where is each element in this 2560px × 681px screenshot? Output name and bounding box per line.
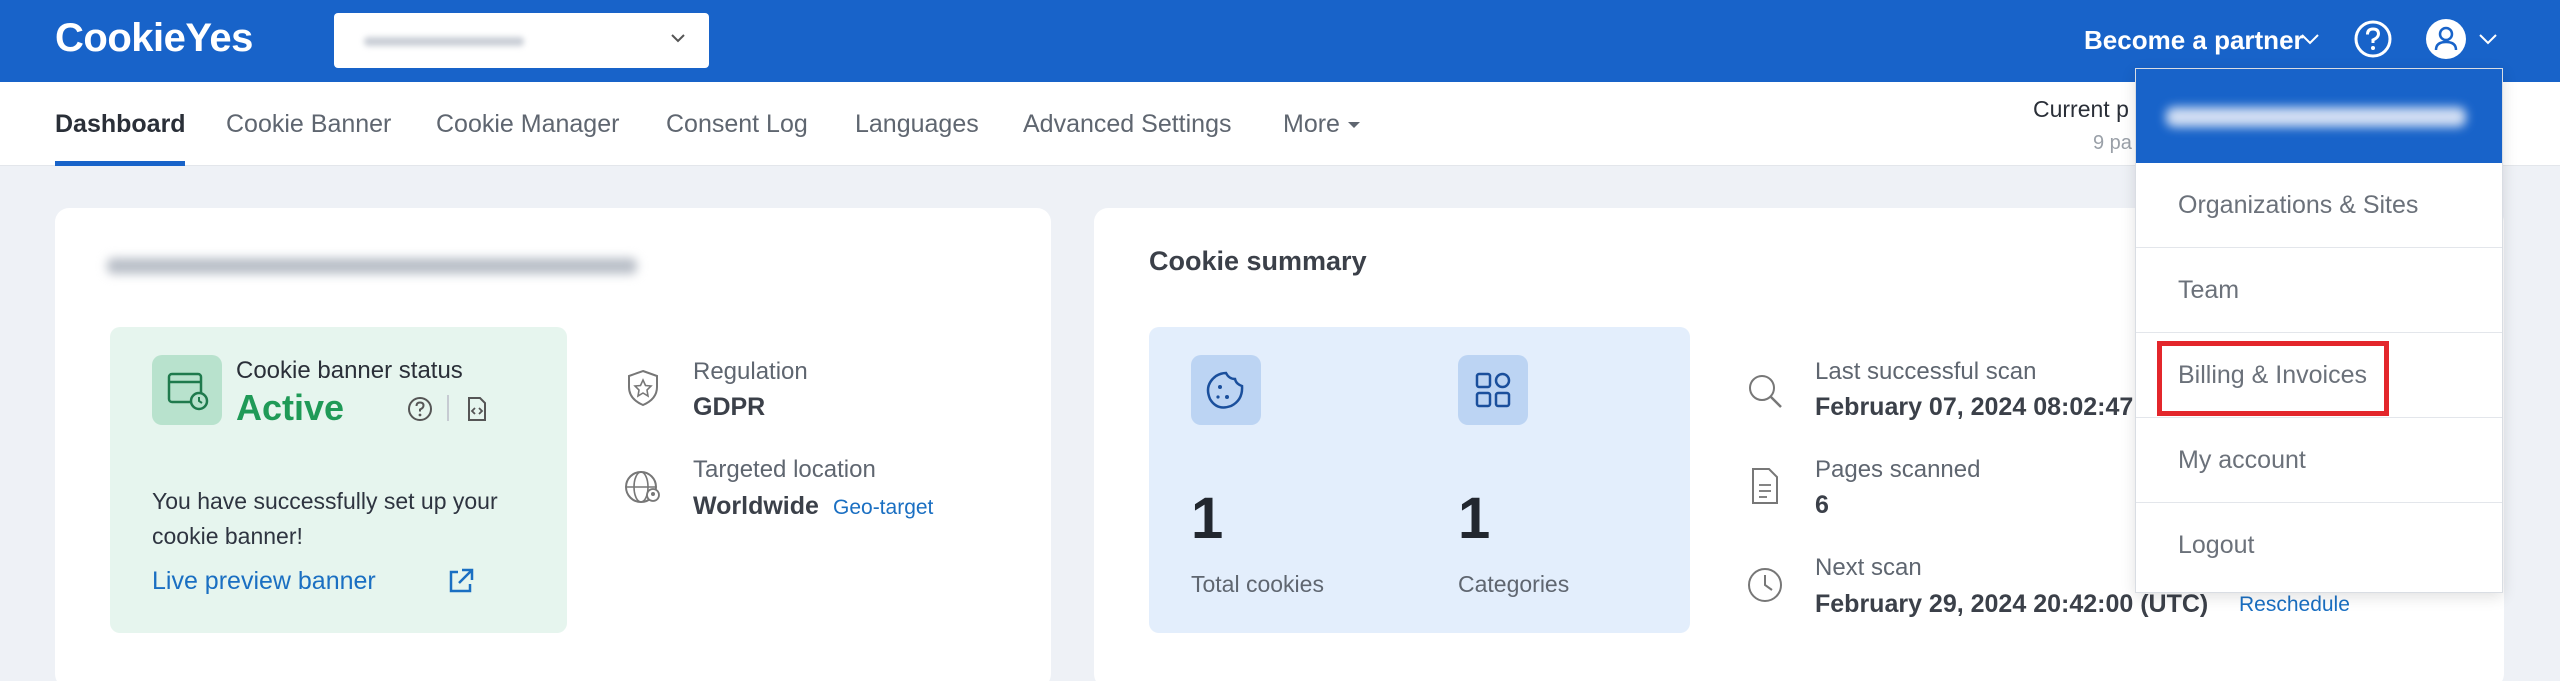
- cookieyes-logo[interactable]: CookieYes: [55, 16, 253, 61]
- tab-more-label: More: [1283, 110, 1340, 138]
- divider: [447, 395, 449, 421]
- cookie-summary-title: Cookie summary: [1149, 246, 1367, 276]
- menu-item-organizations-sites[interactable]: Organizations & Sites: [2136, 163, 2502, 248]
- document-code-icon[interactable]: [464, 395, 490, 423]
- reschedule-link[interactable]: Reschedule: [2239, 593, 2350, 617]
- browser-clock-icon: [167, 372, 209, 411]
- banner-overview-card: Cookie banner status Active You have suc…: [55, 208, 1051, 681]
- chevron-down-icon: [671, 34, 685, 43]
- tab-more[interactable]: More: [1283, 110, 1360, 139]
- clock-icon: [1748, 568, 1782, 602]
- banner-status-panel: Cookie banner status Active You have suc…: [110, 327, 567, 633]
- blurred-site-title: [107, 258, 637, 274]
- document-icon: [1752, 468, 1778, 504]
- total-cookies-count: 1: [1191, 486, 1224, 551]
- tab-cookie-manager[interactable]: Cookie Manager: [436, 110, 619, 139]
- categories-count: 1: [1458, 486, 1491, 551]
- banner-status-value: Active: [236, 387, 345, 428]
- total-cookies-label: Total cookies: [1191, 571, 1324, 597]
- chevron-down-icon[interactable]: [2300, 32, 2320, 46]
- user-avatar-icon[interactable]: [2425, 18, 2467, 60]
- highlight-box: [2157, 341, 2389, 416]
- next-scan-value: February 29, 2024 20:42:00 (UTC): [1815, 590, 2209, 618]
- cookie-stats-panel: 1 Total cookies 1 Categories: [1149, 327, 1690, 633]
- regulation-label: Regulation: [693, 358, 808, 385]
- tab-cookie-banner[interactable]: Cookie Banner: [226, 110, 391, 139]
- account-dropdown-menu: Organizations & Sites Team Billing & Inv…: [2135, 68, 2503, 593]
- targeted-location-label: Targeted location: [693, 456, 876, 483]
- menu-item-label: Organizations & Sites: [2178, 191, 2419, 219]
- menu-item-label: My account: [2178, 446, 2306, 474]
- banner-status-icon: [152, 355, 222, 425]
- categories-label: Categories: [1458, 571, 1570, 597]
- grid-glyph: [1475, 372, 1511, 408]
- pages-scanned-value: 6: [1815, 491, 1829, 519]
- globe-location-icon: [625, 471, 660, 503]
- plan-pages-count: 9 pa: [2093, 132, 2132, 154]
- menu-item-team[interactable]: Team: [2136, 248, 2502, 333]
- cookie-icon: [1191, 355, 1261, 425]
- regulation-value: GDPR: [693, 393, 766, 421]
- search-icon: [1749, 375, 1782, 408]
- current-plan-label: Current p: [2033, 96, 2129, 122]
- pages-scanned-label: Pages scanned: [1815, 456, 1981, 483]
- help-icon[interactable]: [2353, 19, 2393, 59]
- categories-icon: [1458, 355, 1528, 425]
- shield-star-icon: [628, 369, 658, 407]
- tab-languages[interactable]: Languages: [855, 110, 979, 139]
- next-scan-label: Next scan: [1815, 554, 1922, 581]
- setup-success-message: You have successfully set up your cookie…: [152, 488, 498, 549]
- external-link-icon[interactable]: [444, 565, 476, 597]
- menu-item-my-account[interactable]: My account: [2136, 418, 2502, 503]
- menu-item-label: Logout: [2178, 531, 2255, 559]
- caret-down-icon: [1347, 122, 1360, 129]
- tab-advanced-settings[interactable]: Advanced Settings: [1023, 110, 1231, 139]
- tab-consent-log[interactable]: Consent Log: [666, 110, 808, 139]
- geo-target-link[interactable]: Geo-target: [833, 496, 933, 520]
- last-scan-value: February 07, 2024 08:02:47: [1815, 393, 2134, 421]
- tab-dashboard[interactable]: Dashboard: [55, 110, 186, 139]
- targeted-location-value: Worldwide: [693, 492, 819, 520]
- active-tab-indicator: [55, 161, 185, 166]
- menu-item-logout[interactable]: Logout: [2136, 503, 2502, 588]
- account-header: [2136, 69, 2502, 163]
- live-preview-banner-link[interactable]: Live preview banner: [152, 567, 376, 596]
- chevron-down-icon[interactable]: [2478, 32, 2498, 46]
- menu-item-label: Team: [2178, 276, 2240, 304]
- blurred-account-name: [2166, 107, 2466, 127]
- help-icon[interactable]: [406, 395, 434, 423]
- banner-status-label: Cookie banner status: [236, 357, 463, 384]
- become-partner-link[interactable]: Become a partner: [2084, 25, 2304, 56]
- blurred-site-name: [364, 37, 524, 46]
- site-selector[interactable]: [334, 13, 709, 68]
- cookie-glyph: [1206, 371, 1244, 409]
- last-scan-label: Last successful scan: [1815, 358, 2037, 385]
